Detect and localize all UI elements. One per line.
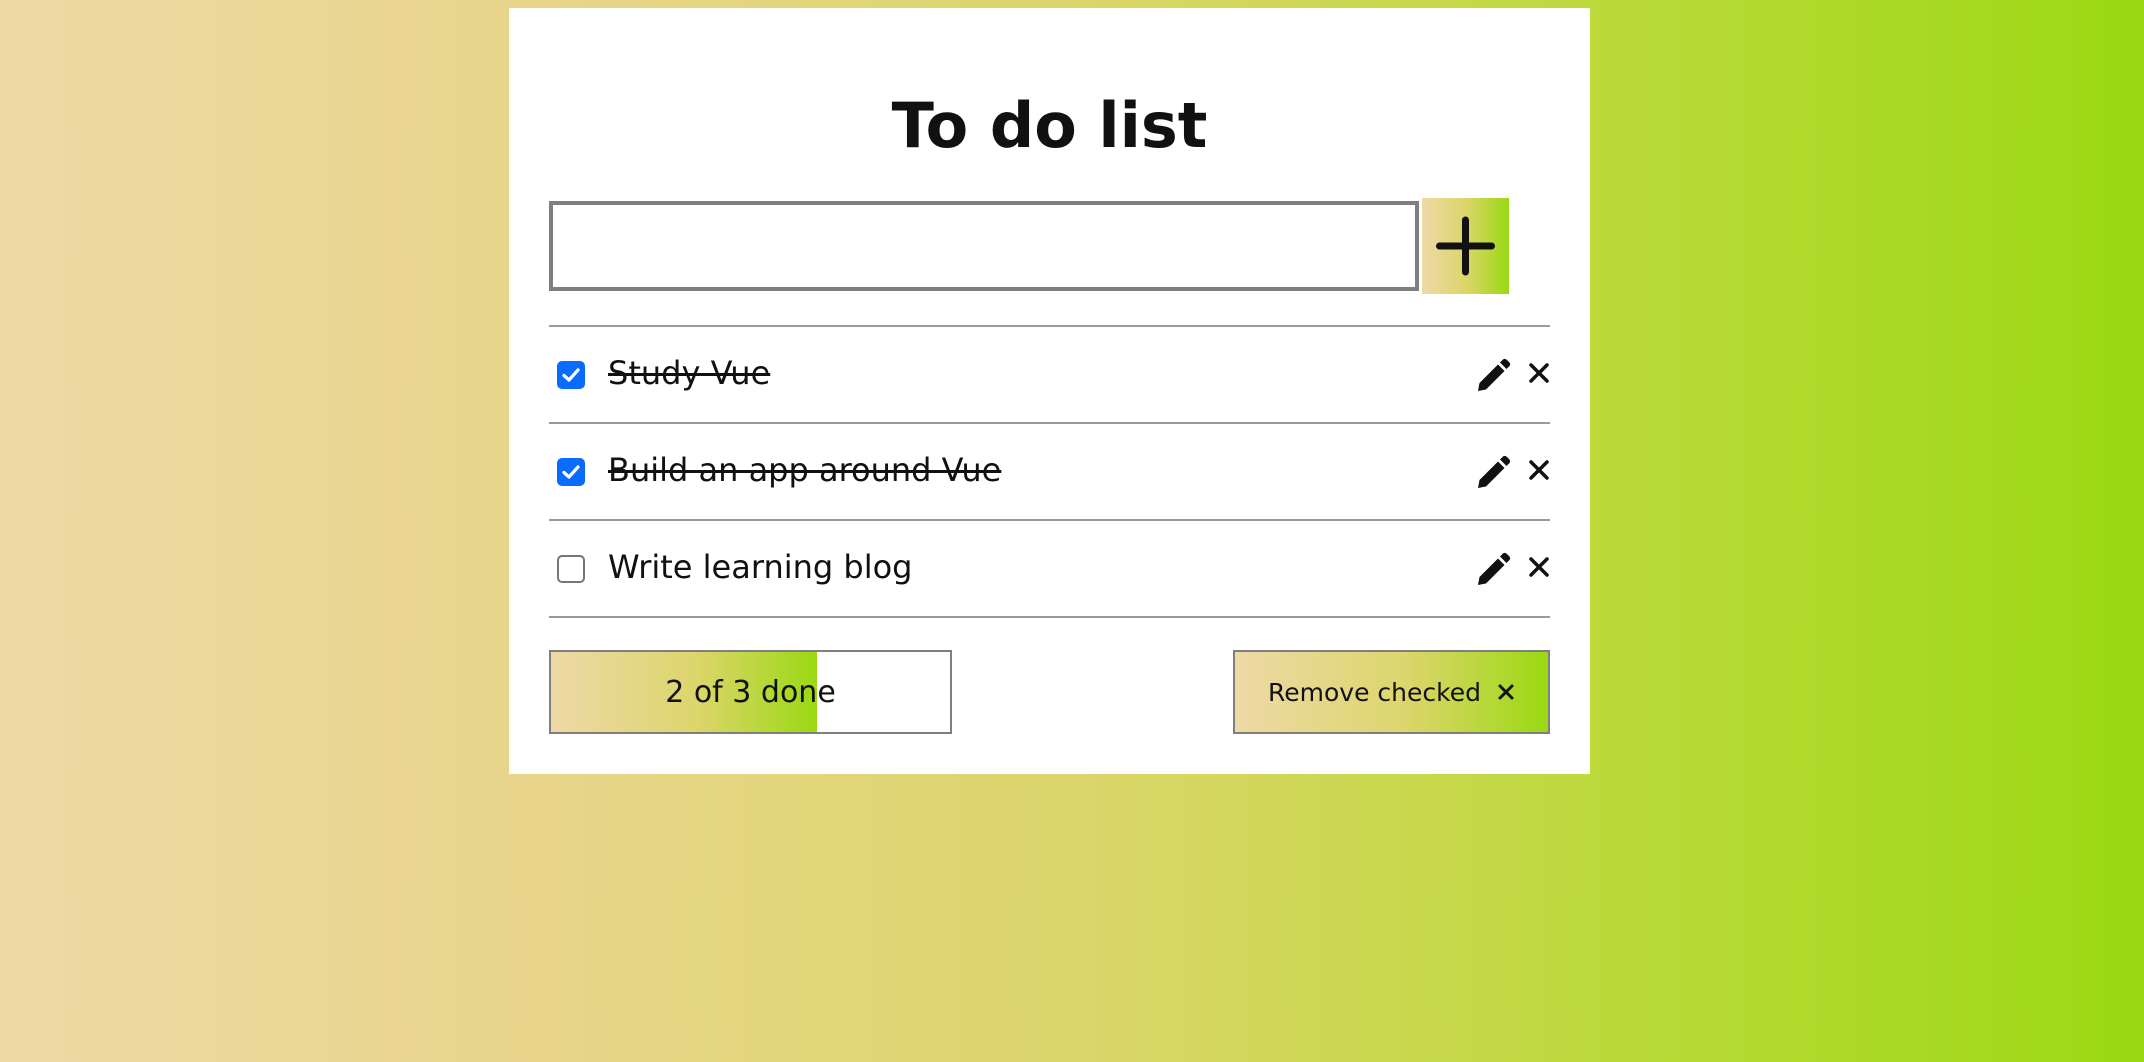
pencil-icon	[1478, 455, 1511, 488]
todo-list: Study Vue Build an app around Vue Write …	[549, 325, 1550, 618]
remove-checked-button[interactable]: Remove checked	[1233, 650, 1550, 734]
todo-item: Build an app around Vue	[549, 424, 1550, 521]
close-icon	[1529, 363, 1549, 383]
delete-button[interactable]	[1527, 458, 1551, 482]
checkmark-icon	[562, 465, 580, 479]
edit-button[interactable]	[1474, 551, 1512, 589]
todo-item: Write learning blog	[549, 521, 1550, 618]
remove-checked-label: Remove checked	[1268, 677, 1481, 707]
progress-bar: 2 of 3 done	[549, 650, 952, 734]
todo-label: Build an app around Vue	[608, 451, 1002, 489]
close-icon	[1529, 557, 1549, 577]
close-icon	[1498, 684, 1514, 700]
todo-checkbox[interactable]	[557, 361, 585, 389]
checkmark-icon	[562, 368, 580, 382]
todo-label: Write learning blog	[608, 548, 913, 586]
new-todo-input[interactable]	[549, 201, 1419, 291]
edit-button[interactable]	[1474, 357, 1512, 395]
todo-checkbox[interactable]	[557, 555, 585, 583]
pencil-icon	[1478, 552, 1511, 585]
page-title: To do list	[891, 89, 1208, 162]
close-icon	[1529, 460, 1549, 480]
delete-button[interactable]	[1527, 555, 1551, 579]
todo-card: To do list Study Vue Build an app around…	[509, 8, 1590, 774]
delete-button[interactable]	[1527, 361, 1551, 385]
edit-button[interactable]	[1474, 454, 1512, 492]
add-todo-button[interactable]	[1422, 198, 1509, 294]
pencil-icon	[1478, 358, 1511, 391]
todo-checkbox[interactable]	[557, 458, 585, 486]
todo-item: Study Vue	[549, 327, 1550, 424]
progress-label: 2 of 3 done	[665, 674, 836, 710]
todo-label: Study Vue	[608, 354, 771, 392]
plus-icon	[1436, 216, 1495, 276]
